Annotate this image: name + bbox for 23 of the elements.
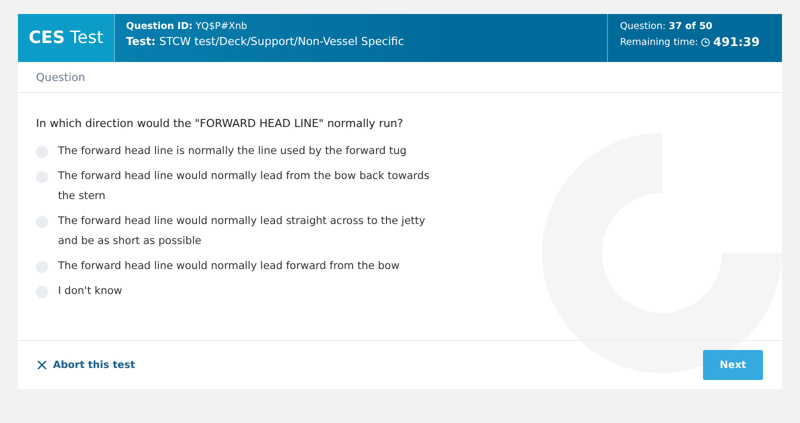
answer-text: The forward head line is normally the line used by the forward tug bbox=[58, 144, 407, 159]
answer-text: The forward head line would normally lead forward from the bow bbox=[58, 259, 400, 274]
abort-link[interactable]: Abort this test bbox=[37, 360, 136, 370]
section-title: Question bbox=[18, 62, 782, 93]
close-icon bbox=[37, 360, 47, 370]
clock-icon bbox=[701, 38, 710, 46]
answer-option[interactable]: The forward head line would normally lead forward from the bow bbox=[36, 255, 446, 280]
answer-text: The forward head line would normally lead straight across to the jetty and be as short as possible bbox=[58, 214, 426, 249]
answer-option[interactable]: The forward head line would normally lead straight across to the jetty and be as short as possible bbox=[36, 210, 446, 255]
remaining-label: Remaining time: bbox=[620, 36, 698, 48]
answer-text: The forward head line would normally lead from the bow back towards the stern bbox=[58, 169, 430, 204]
answer-text: I don't know bbox=[58, 284, 122, 299]
logo-text: CES bbox=[28, 28, 65, 48]
progress-count: 37 of 50 bbox=[668, 21, 712, 32]
remaining-time: 491:39 bbox=[713, 35, 760, 49]
logo-text: Test bbox=[70, 28, 104, 48]
question-text: In which direction would the "FORWARD HEAD LINE" normally run? bbox=[36, 117, 404, 130]
question-id: Question ID: YQ$P#Xnb bbox=[126, 21, 248, 32]
answer-option[interactable]: I don't know bbox=[36, 280, 446, 305]
test-path: Test: STCW test/Deck/Support/Non-Vessel Specific bbox=[126, 35, 405, 48]
answer-option[interactable]: The forward head line would normally lead from the bow back towards the stern bbox=[36, 165, 446, 210]
progress-label: Question: bbox=[620, 21, 666, 32]
answer-option[interactable]: The forward head line is normally the line used by the forward tug bbox=[36, 140, 446, 165]
